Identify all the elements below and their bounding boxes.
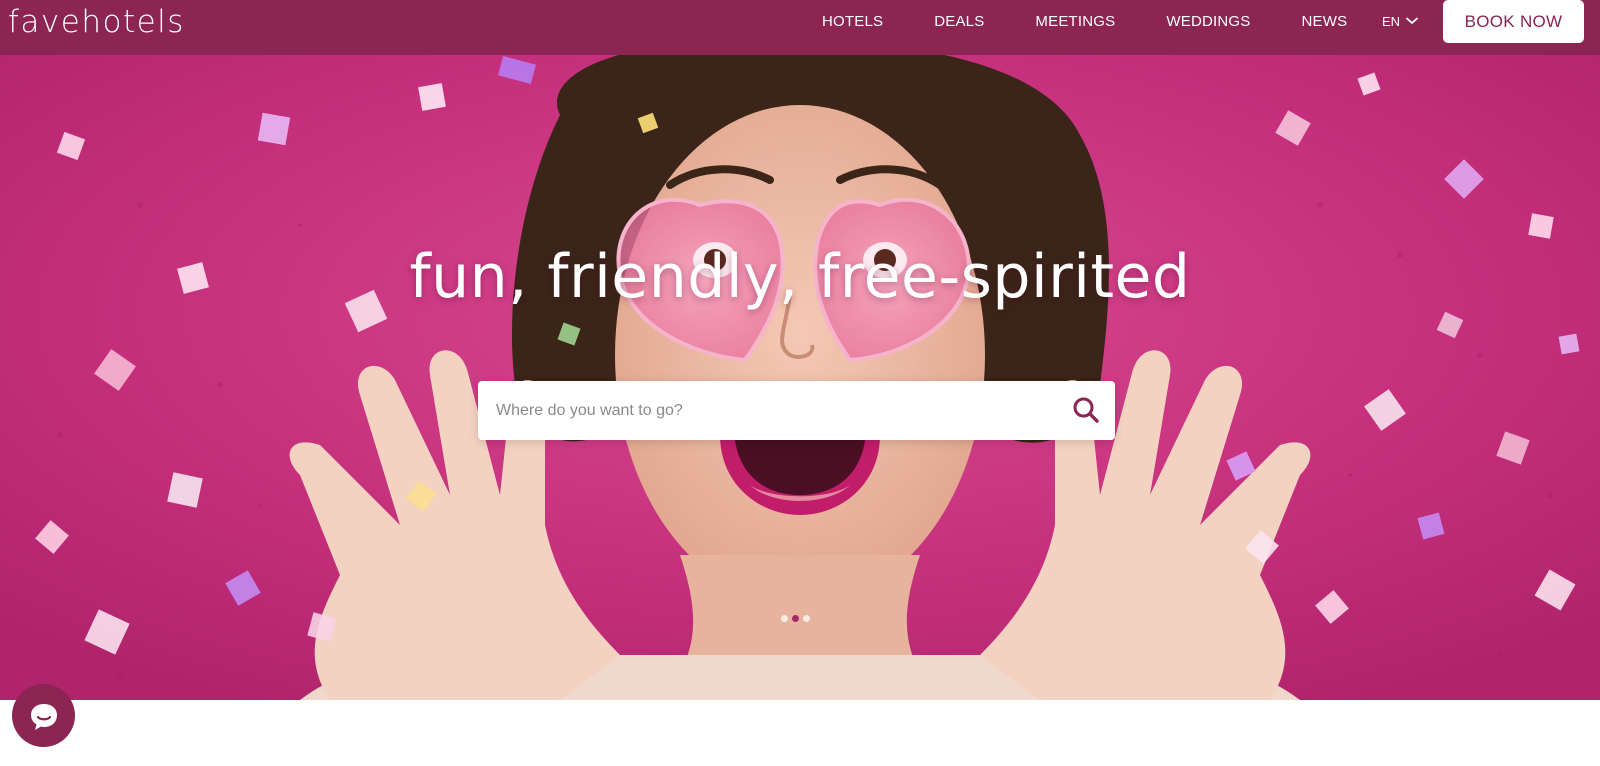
nav-item-deals[interactable]: DEALS [934,13,984,30]
nav-item-weddings[interactable]: WEDDINGS [1166,13,1250,30]
site-logo[interactable]: favehotels [8,2,185,42]
chat-bubble-icon [30,703,57,730]
nav-item-meetings[interactable]: MEETINGS [1035,13,1115,30]
chevron-down-icon [1406,17,1418,24]
destination-search-input[interactable] [494,390,1034,431]
main-nav: HOTELS DEALS MEETINGS WEDDINGS NEWS [796,0,1347,42]
hero-title: fun, friendly, free-spirited [409,242,1191,312]
language-selector[interactable]: EN [1382,0,1418,42]
language-label: EN [1382,13,1401,29]
hero-banner: fun, friendly, free-spirited [0,55,1600,700]
nav-item-news[interactable]: NEWS [1301,13,1347,30]
search-icon[interactable] [1071,395,1101,425]
search-box [478,381,1115,440]
carousel-dot-2[interactable] [792,615,799,622]
site-header: favehotels HOTELS DEALS MEETINGS WEDDING… [0,0,1600,55]
carousel-indicators [781,615,814,622]
book-now-button[interactable]: BOOK NOW [1443,0,1584,43]
hero-photo [0,55,1600,700]
chat-button[interactable] [12,684,75,747]
nav-item-hotels[interactable]: HOTELS [822,13,883,30]
carousel-dot-1[interactable] [781,615,788,622]
carousel-dot-3[interactable] [803,615,810,622]
